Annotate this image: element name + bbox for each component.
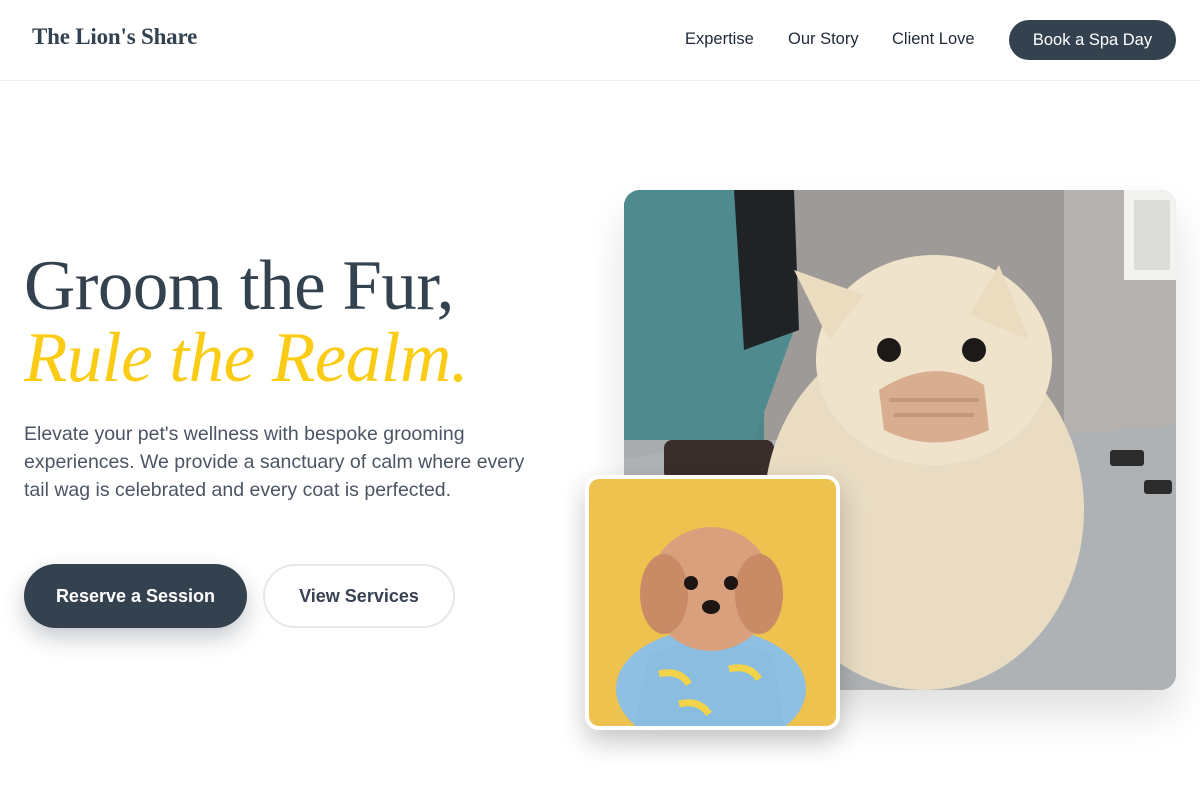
nav-link-expertise[interactable]: Expertise [685,30,754,49]
top-navbar: The Lion's Share Expertise Our Story Cli… [0,0,1200,81]
hero-description: Elevate your pet's wellness with bespoke… [24,423,525,501]
nav-link-our-story[interactable]: Our Story [788,30,859,49]
brand-logo[interactable]: The Lion's Share [32,24,197,50]
headline-line-1: Groom the Fur, [24,247,454,325]
nav-link-client-love[interactable]: Client Love [892,30,975,49]
book-spa-day-button[interactable]: Book a Spa Day [1009,20,1176,60]
reserve-session-button[interactable]: Reserve a Session [24,564,247,628]
hero-headline: Groom the Fur, Rule the Realm. [24,250,468,394]
headline-line-2: Rule the Realm. [24,319,468,397]
view-services-button[interactable]: View Services [263,564,455,628]
hero-inset-photo [585,475,840,730]
